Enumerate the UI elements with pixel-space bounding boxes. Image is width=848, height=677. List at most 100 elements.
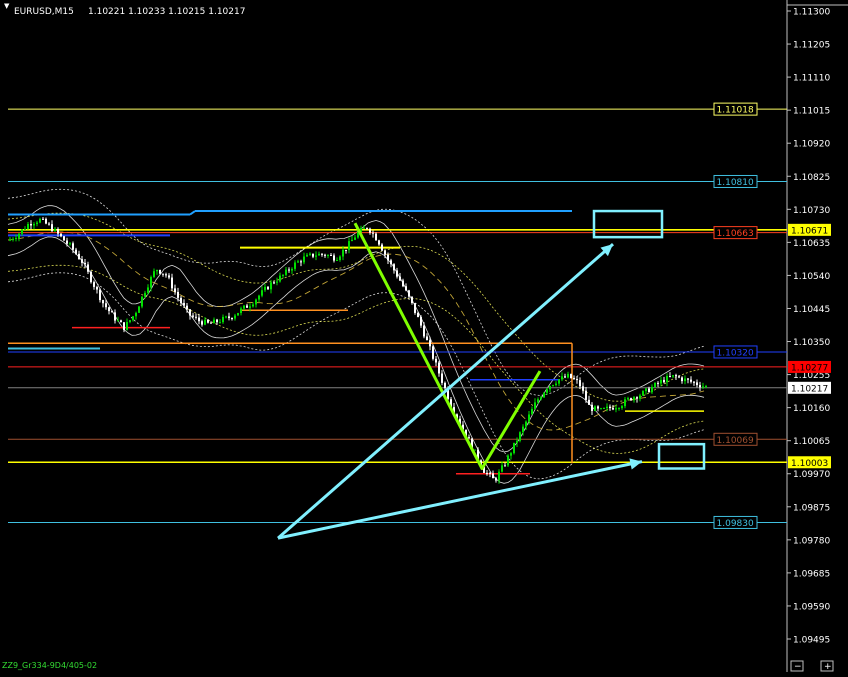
candle-body-30: [99, 289, 101, 301]
candle-body-28: [93, 282, 95, 287]
candle-body-58: [183, 303, 185, 306]
candle-body-115: [354, 237, 356, 240]
price-tick-label-3: 1.11015: [793, 107, 830, 117]
candle-body-10: [39, 218, 41, 223]
candle-body-36: [117, 320, 119, 322]
candle-body-181: [552, 385, 554, 387]
indicator-footer: ZZ9_Gr334-9D4/405-02: [2, 661, 97, 670]
candle-body-178: [543, 392, 545, 398]
chart-window[interactable]: 1.11300 1.11205 1.11110 1.11015 1.10920 1.108…: [0, 0, 848, 672]
candle-body-107: [330, 255, 332, 257]
candle-body-190: [579, 380, 581, 387]
candle-body-24: [81, 259, 83, 263]
price-tick-label-7: 1.10635: [793, 239, 830, 249]
candle-body-133: [408, 290, 410, 297]
candle-body-110: [339, 256, 341, 260]
price-chart[interactable]: 1.11300 1.11205 1.11110 1.11015 1.10920 1.108…: [0, 0, 848, 672]
candle-body-211: [642, 391, 644, 396]
candle-body-17: [60, 233, 62, 237]
candle-body-43: [138, 306, 140, 313]
zoom-out-icon: −: [794, 662, 802, 672]
price-tick-label-5: 1.10825: [793, 173, 830, 183]
candle-body-128: [393, 264, 395, 271]
candle-body-11: [42, 218, 44, 220]
candle-body-183: [558, 379, 560, 384]
candle-body-171: [522, 426, 524, 433]
candle-body-59: [186, 305, 188, 310]
axis-tag-label-yellow-lower: 1.10003: [791, 459, 828, 469]
candle-body-79: [246, 305, 248, 308]
candle-body-111: [342, 249, 344, 257]
candle-body-205: [624, 399, 626, 407]
candle-body-38: [123, 322, 125, 330]
candle-body-221: [672, 375, 674, 377]
candle-body-174: [531, 408, 533, 415]
chart-ohlc: 1.10221 1.10233 1.10215 1.10217: [88, 7, 245, 17]
candle-body-230: [699, 385, 701, 388]
price-tick-label-6: 1.10730: [793, 206, 830, 216]
candle-body-131: [402, 280, 404, 287]
candle-body-106: [327, 255, 329, 257]
candle-body-13: [48, 223, 50, 225]
candle-body-119: [366, 227, 368, 229]
candle-body-71: [222, 316, 224, 323]
candle-body-96: [297, 261, 299, 263]
candle-body-218: [663, 379, 665, 383]
candle-body-217: [660, 379, 662, 384]
candle-body-113: [348, 241, 350, 251]
candle-body-185: [564, 376, 566, 378]
candle-body-204: [621, 406, 623, 409]
candle-body-9: [36, 222, 38, 225]
candle-body-90: [279, 275, 281, 282]
axis-tag-label-red-current: 1.10277: [791, 363, 828, 373]
candle-body-200: [609, 406, 611, 409]
level-label-brown-lower: 1.10069: [717, 436, 754, 446]
candle-body-35: [114, 312, 116, 321]
candle-body-31: [102, 300, 104, 304]
candle-body-206: [627, 398, 629, 400]
candle-body-47: [150, 276, 152, 288]
candle-body-77: [240, 308, 242, 314]
candle-body-203: [618, 408, 620, 410]
candle-body-61: [192, 315, 194, 317]
candle-body-165: [504, 465, 506, 467]
candle-body-198: [603, 407, 605, 409]
candle-body-193: [588, 399, 590, 405]
candle-body-140: [429, 340, 431, 347]
chart-menu-triangle-icon[interactable]: ▼: [4, 2, 10, 10]
candle-body-121: [372, 232, 374, 234]
candle-body-144: [441, 373, 443, 383]
candle-body-89: [276, 281, 278, 283]
candle-body-84: [261, 290, 263, 296]
candle-body-48: [153, 271, 155, 277]
candle-body-23: [78, 253, 80, 260]
candle-body-188: [573, 378, 575, 380]
candle-body-182: [555, 383, 557, 386]
candle-body-199: [606, 406, 608, 408]
price-tick-label-15: 1.09875: [793, 503, 830, 513]
candle-body-7: [30, 223, 32, 226]
candle-body-159: [486, 472, 488, 474]
candle-body-16: [57, 228, 59, 234]
candle-body-83: [258, 295, 260, 300]
candle-body-56: [177, 291, 179, 298]
candle-body-62: [195, 316, 197, 318]
candle-body-67: [210, 322, 212, 324]
candle-body-166: [507, 455, 509, 466]
candle-body-93: [288, 269, 290, 271]
candle-body-123: [378, 240, 380, 245]
candle-body-168: [513, 442, 515, 454]
candle-body-175: [534, 402, 536, 409]
candle-body-135: [414, 303, 416, 313]
candle-body-212: [645, 388, 647, 392]
candle-body-219: [666, 376, 668, 383]
candle-body-21: [72, 243, 74, 250]
level-label-red-mid: 1.10663: [717, 229, 754, 239]
candle-body-45: [144, 292, 146, 297]
candle-body-202: [615, 408, 617, 410]
candle-body-66: [207, 319, 209, 323]
candle-body-201: [612, 408, 614, 410]
candle-body-87: [270, 282, 272, 290]
candle-body-63: [198, 317, 200, 322]
level-label-yellow-upper: 1.11018: [717, 106, 754, 116]
